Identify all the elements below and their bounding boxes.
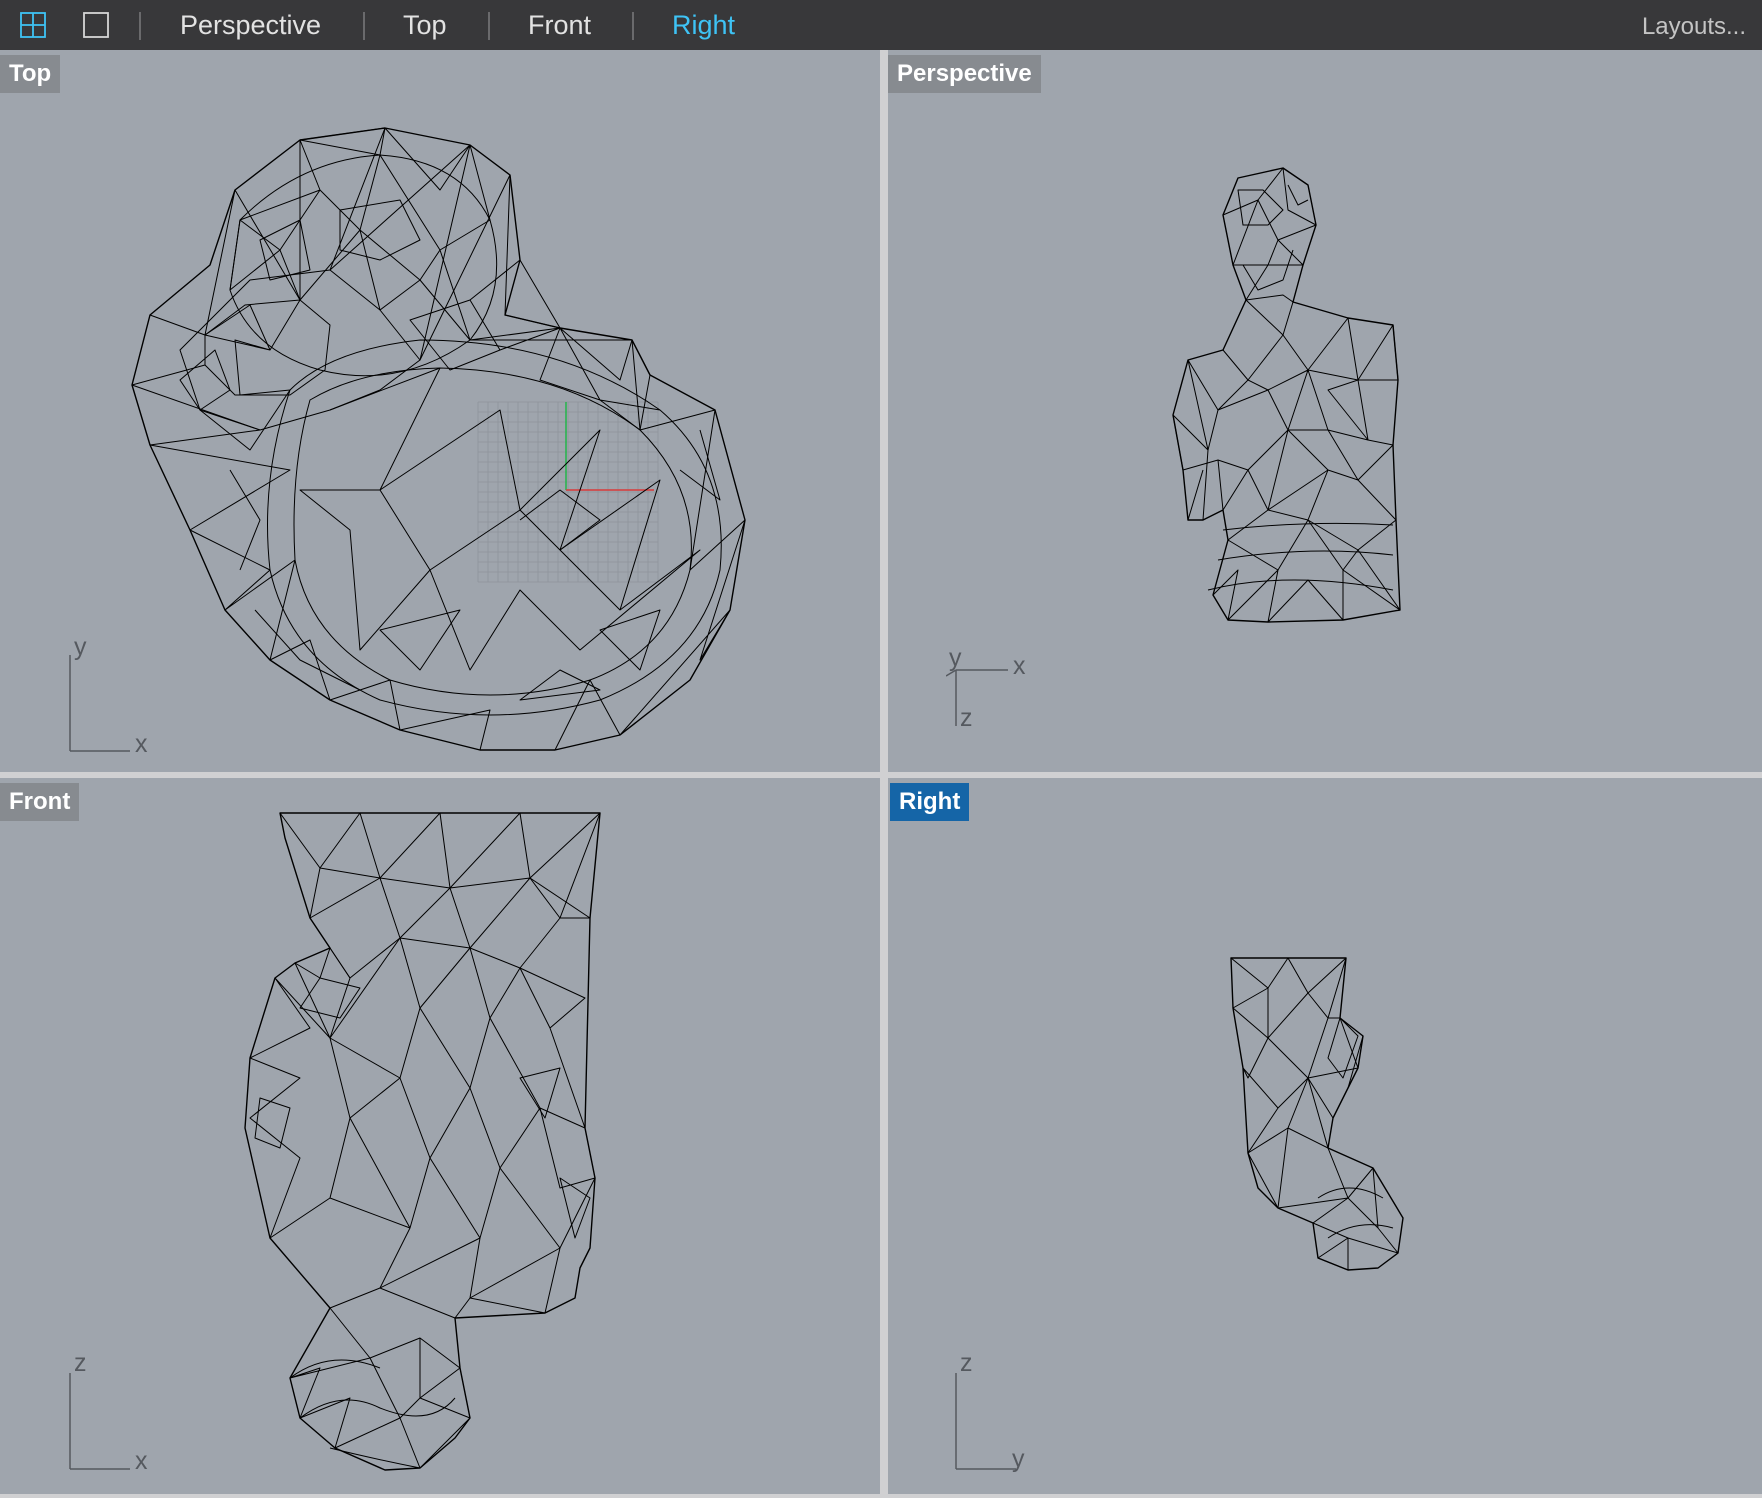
viewport-front[interactable]: Front z x	[0, 778, 880, 1494]
toolbar-divider	[488, 12, 490, 40]
axis-gizmo-front: z x	[60, 1343, 180, 1483]
viewport-perspective[interactable]: Perspective y x z	[888, 50, 1762, 772]
tab-top[interactable]: Top	[403, 0, 447, 50]
axis-gizmo-top: y x	[60, 625, 180, 765]
viewport-label-perspective[interactable]: Perspective	[888, 55, 1041, 93]
toolbar-divider	[363, 12, 365, 40]
axis-gizmo-perspective: y x z	[946, 628, 1066, 768]
axis-label-x: x	[135, 1447, 148, 1475]
axis-label-z: z	[960, 704, 973, 732]
viewport-right[interactable]: Right z y	[888, 778, 1762, 1494]
tab-perspective[interactable]: Perspective	[180, 0, 321, 50]
viewport-grid: Top y x Perspective y x z Front z x Righ…	[0, 50, 1762, 1498]
viewport-label-right[interactable]: Right	[890, 783, 970, 821]
axis-label-z: z	[74, 1349, 87, 1377]
toolbar-divider	[139, 12, 141, 40]
viewport-toolbar: Perspective Top Front Right Layouts...	[0, 0, 1762, 50]
construction-grid	[477, 401, 659, 583]
axis-label-z: z	[960, 1349, 973, 1377]
tab-front[interactable]: Front	[528, 0, 591, 50]
viewport-top[interactable]: Top y x	[0, 50, 880, 772]
axis-label-x: x	[1013, 652, 1026, 680]
axis-label-y: y	[949, 644, 962, 672]
axis-label-y: y	[74, 633, 87, 661]
axis-label-x: x	[135, 730, 148, 758]
single-viewport-icon[interactable]	[83, 12, 109, 38]
viewport-label-front[interactable]: Front	[0, 783, 80, 821]
toolbar-divider	[632, 12, 634, 40]
viewport-label-top[interactable]: Top	[0, 55, 61, 93]
axis-label-y: y	[1012, 1445, 1025, 1473]
tab-right[interactable]: Right	[672, 0, 735, 50]
four-viewports-icon[interactable]	[20, 12, 46, 38]
axis-gizmo-right: z y	[946, 1343, 1066, 1483]
layouts-button[interactable]: Layouts...	[1642, 0, 1746, 50]
